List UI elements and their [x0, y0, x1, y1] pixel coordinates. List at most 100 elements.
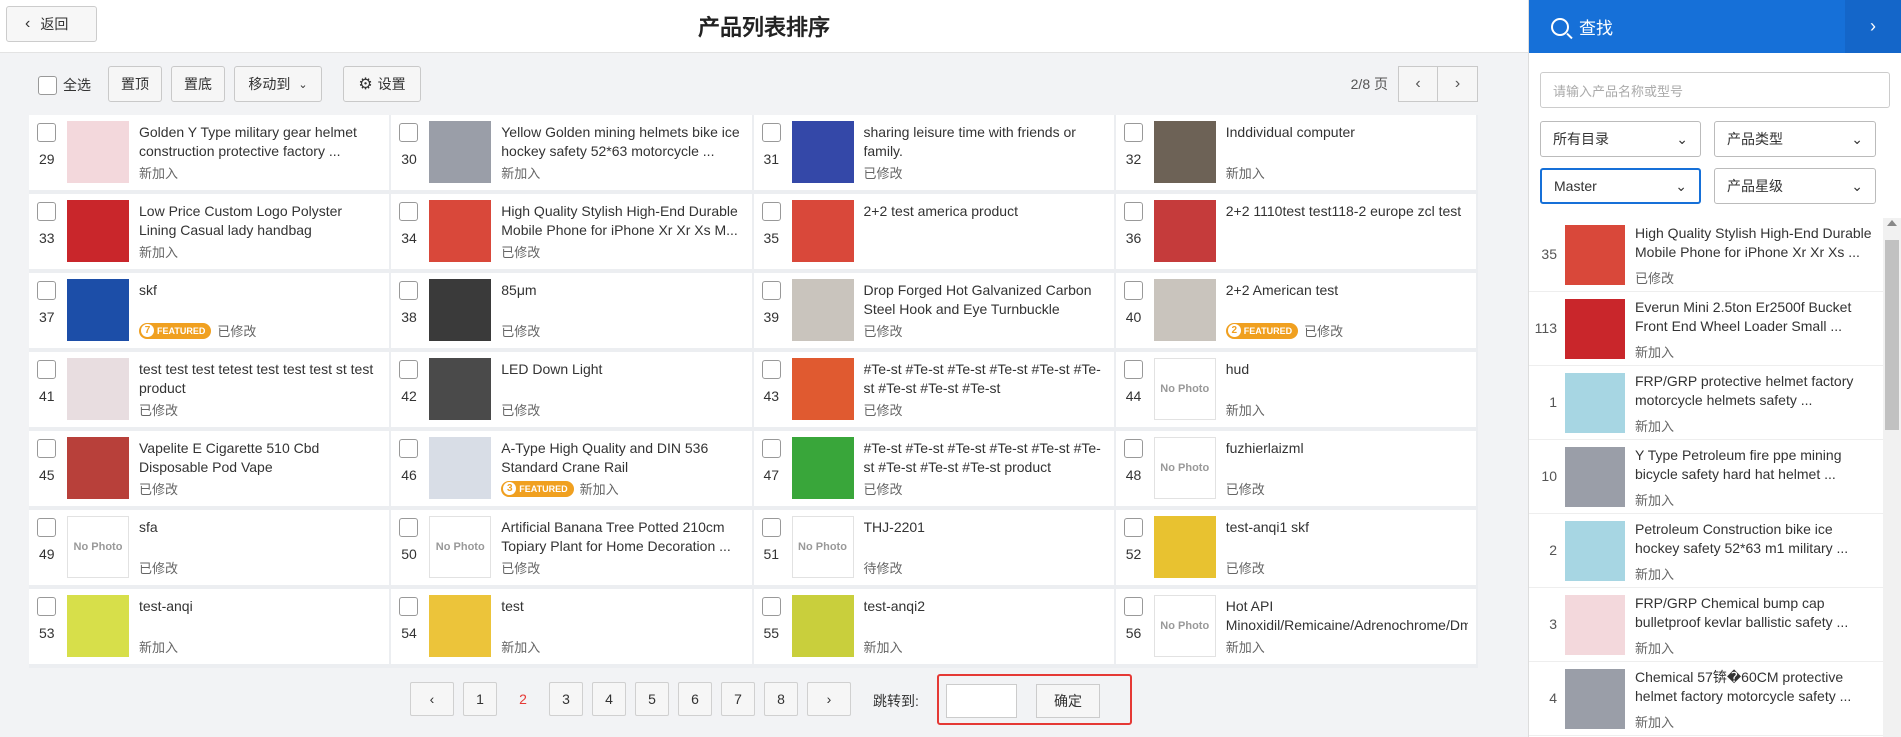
settings-button[interactable]: ⚙ 设置 — [343, 66, 421, 102]
jump-page-input[interactable] — [946, 684, 1017, 718]
page-number-button[interactable]: 3 — [549, 682, 583, 716]
product-checkbox[interactable] — [399, 439, 419, 458]
pin-bottom-button[interactable]: 置底 — [171, 66, 225, 102]
product-checkbox[interactable] — [399, 360, 419, 379]
product-card[interactable]: 45 Vapelite E Cigarette 510 Cbd Disposab… — [29, 431, 392, 510]
product-checkbox[interactable] — [37, 518, 56, 537]
product-checkbox[interactable] — [399, 518, 419, 537]
scroll-up-icon[interactable] — [1887, 220, 1897, 226]
search-result-item[interactable]: 4 Chemical 57锛�60CM protective helmet fa… — [1529, 662, 1884, 736]
product-card[interactable]: 53 test-anqi 新加入 — [29, 589, 392, 668]
product-card[interactable]: 41 test test test tetest test test test … — [29, 352, 392, 431]
product-checkbox[interactable] — [37, 281, 56, 300]
page-number-button[interactable]: 2 — [506, 682, 540, 716]
product-type-select[interactable]: 产品类型 ⌄ — [1714, 121, 1876, 157]
product-card[interactable]: 30 Yellow Golden mining helmets bike ice… — [391, 115, 754, 194]
product-card[interactable]: 52 test-anqi1 skf 已修改 — [1115, 510, 1478, 589]
product-card[interactable]: 43 #Te-st #Te-st #Te-st #Te-st #Te-st #T… — [753, 352, 1116, 431]
pin-top-button[interactable]: 置顶 — [108, 66, 162, 102]
product-checkbox[interactable] — [761, 123, 781, 142]
next-page-button[interactable]: › — [1438, 66, 1478, 102]
product-checkbox[interactable] — [761, 281, 781, 300]
product-card[interactable]: 44 No Photo hud 新加入 — [1115, 352, 1478, 431]
product-card[interactable]: 29 Golden Y Type military gear helmet co… — [29, 115, 392, 194]
product-card[interactable]: 34 High Quality Stylish High-End Durable… — [391, 194, 754, 273]
product-checkbox[interactable] — [761, 597, 781, 616]
product-card[interactable]: 46 A-Type High Quality and DIN 536 Stand… — [391, 431, 754, 510]
product-card[interactable]: 47 #Te-st #Te-st #Te-st #Te-st #Te-st #T… — [753, 431, 1116, 510]
search-result-item[interactable]: 1 FRP/GRP protective helmet factory moto… — [1529, 366, 1884, 440]
product-index: 47 — [763, 467, 780, 483]
product-checkbox[interactable] — [1123, 597, 1143, 616]
product-checkbox[interactable] — [399, 202, 419, 221]
page-number-button[interactable]: 6 — [678, 682, 712, 716]
product-checkbox[interactable] — [761, 518, 781, 537]
product-card[interactable]: 31 sharing leisure time with friends or … — [753, 115, 1116, 194]
page-number-button[interactable]: 4 — [592, 682, 626, 716]
product-checkbox[interactable] — [761, 439, 781, 458]
product-index: 49 — [39, 546, 55, 562]
select-all-checkbox[interactable]: 全选 — [38, 75, 91, 95]
product-checkbox[interactable] — [37, 202, 56, 221]
product-checkbox[interactable] — [1123, 439, 1143, 458]
product-card[interactable]: 39 Drop Forged Hot Galvanized Carbon Ste… — [753, 273, 1116, 352]
product-checkbox[interactable] — [1123, 123, 1143, 142]
product-status: 新加入 — [864, 637, 903, 656]
search-result-item[interactable]: 35 High Quality Stylish High-End Durable… — [1529, 218, 1884, 292]
search-result-item[interactable]: 3 FRP/GRP Chemical bump cap bulletproof … — [1529, 588, 1884, 662]
product-card[interactable]: 55 test-anqi2 新加入 — [753, 589, 1116, 668]
catalog-select[interactable]: 所有目录 ⌄ — [1540, 121, 1701, 157]
page-number-button[interactable]: 7 — [721, 682, 755, 716]
move-to-dropdown[interactable]: 移动到 ⌄ — [234, 66, 322, 102]
product-checkbox[interactable] — [37, 360, 56, 379]
product-index: 48 — [1125, 467, 1142, 483]
product-card[interactable]: 33 Low Price Custom Logo Polyster Lining… — [29, 194, 392, 273]
product-checkbox[interactable] — [761, 202, 781, 221]
search-result-item[interactable]: 10 Y Type Petroleum fire ppe mining bicy… — [1529, 440, 1884, 514]
product-thumbnail — [429, 437, 492, 499]
product-checkbox[interactable] — [37, 439, 56, 458]
scrollbar-thumb[interactable] — [1885, 240, 1899, 430]
product-card[interactable]: 32 Inddividual computer 新加入 — [1115, 115, 1478, 194]
product-card[interactable]: 51 No Photo THJ-2201 待修改 — [753, 510, 1116, 589]
product-checkbox[interactable] — [399, 123, 419, 142]
product-card[interactable]: 50 No Photo Artificial Banana Tree Potte… — [391, 510, 754, 589]
product-card[interactable]: 48 No Photo fuzhierlaizml 已修改 — [1115, 431, 1478, 510]
result-scrollbar[interactable] — [1883, 218, 1901, 737]
product-card[interactable]: 56 No Photo Hot API Minoxidil/Remicaine/… — [1115, 589, 1478, 668]
product-checkbox[interactable] — [1123, 518, 1143, 537]
search-result-item[interactable]: 2 Petroleum Construction bike ice hockey… — [1529, 514, 1884, 588]
product-checkbox[interactable] — [399, 281, 419, 300]
product-checkbox[interactable] — [37, 123, 56, 142]
page-number-button[interactable]: 1 — [463, 682, 497, 716]
status-text: 已修改 — [501, 245, 541, 260]
product-search-input[interactable]: 请输入产品名称或型号 — [1540, 72, 1890, 108]
featured-label: FEATURED — [1243, 325, 1293, 336]
product-card[interactable]: 40 2+2 American test 2 FEATURED 已修改 — [1115, 273, 1478, 352]
product-card[interactable]: 36 2+2 1110test test118-2 europe zcl tes… — [1115, 194, 1478, 273]
search-result-item[interactable]: 113 Everun Mini 2.5ton Er2500f Bucket Fr… — [1529, 292, 1884, 366]
product-checkbox[interactable] — [399, 597, 419, 616]
product-checkbox[interactable] — [1123, 202, 1143, 221]
prev-page-button[interactable]: ‹ — [410, 682, 454, 716]
product-checkbox[interactable] — [1123, 281, 1143, 300]
product-card[interactable]: 35 2+2 test america product — [753, 194, 1116, 273]
master-select[interactable]: Master ⌄ — [1540, 168, 1701, 204]
product-card[interactable]: 54 test 新加入 — [391, 589, 754, 668]
jump-confirm-button[interactable]: 确定 — [1036, 684, 1100, 718]
product-thumbnail — [1153, 121, 1216, 183]
product-star-select[interactable]: 产品星级 ⌄ — [1714, 168, 1876, 204]
collapse-panel-button[interactable]: › — [1845, 0, 1901, 53]
checkbox[interactable] — [38, 75, 57, 95]
product-card[interactable]: 37 skf 7 FEATURED 已修改 — [29, 273, 392, 352]
product-card[interactable]: 42 LED Down Light 已修改 — [391, 352, 754, 431]
next-page-button[interactable]: › — [807, 682, 851, 716]
product-card[interactable]: 38 85μm 已修改 — [391, 273, 754, 352]
product-checkbox[interactable] — [761, 360, 781, 379]
product-checkbox[interactable] — [1123, 360, 1143, 379]
prev-page-button[interactable]: ‹ — [1398, 66, 1438, 102]
page-number-button[interactable]: 8 — [764, 682, 798, 716]
page-number-button[interactable]: 5 — [635, 682, 669, 716]
product-card[interactable]: 49 No Photo sfa 已修改 — [29, 510, 392, 589]
product-checkbox[interactable] — [37, 597, 56, 616]
